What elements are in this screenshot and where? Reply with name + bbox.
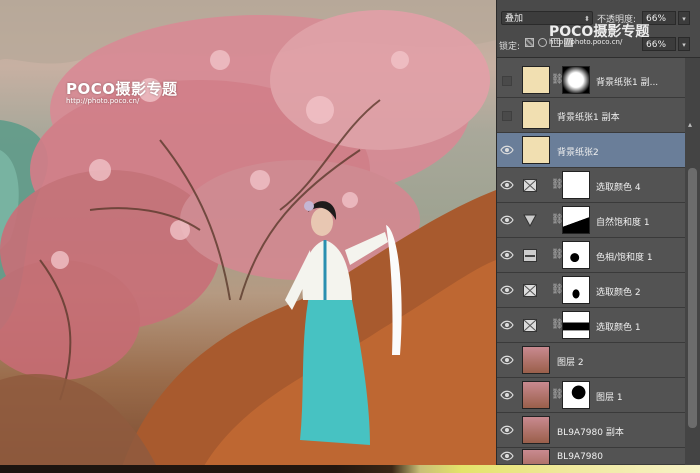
eye-icon[interactable] [499,212,515,228]
layer-name: 背景纸张1 副本 [557,113,620,123]
layer-thumbnail [522,66,550,94]
eye-icon[interactable] [499,177,515,193]
layer-thumbnail [522,101,550,129]
fill-field[interactable]: 66% [642,37,676,51]
eye-icon[interactable] [499,422,515,438]
eye-icon[interactable] [499,247,515,263]
layer-thumbnail [522,381,550,409]
panel-watermark: POCO摄影专题 http://photo.poco.cn/ [549,25,649,46]
fill-dropdown-button[interactable]: ▾ [678,37,690,51]
scroll-up-icon[interactable]: ▴ [688,120,692,129]
photo-illustration [0,0,496,473]
layer-row[interactable]: ⛓ 选取颜色 4 [497,168,685,203]
selective-color-adjustment-icon [523,179,537,192]
layer-mask-thumbnail[interactable] [562,241,590,269]
color-strip [0,465,700,473]
scrollbar-thumb[interactable] [688,168,697,428]
eye-icon[interactable] [499,448,515,464]
layer-row[interactable]: ⛓ 色相/饱和度 1 [497,238,685,273]
layer-name: 背景纸张1 副... [596,78,659,88]
layer-name: 选取颜色 2 [596,288,641,298]
opacity-field[interactable]: 66% [642,11,676,25]
photo-watermark-logo: POCO摄影专题 [66,80,178,98]
eye-icon[interactable] [499,282,515,298]
layers-panel-header: 叠加 ⬍ 不透明度: 66% ▾ 锁定: POCO摄影专题 http://pho… [497,0,700,58]
layer-row[interactable]: BL9A7980 [497,448,685,465]
layer-name: 背景纸张2 [557,148,599,158]
photo-watermark: POCO摄影专题 http://photo.poco.cn/ [66,82,178,105]
blend-mode-select[interactable]: 叠加 ⬍ [501,11,593,25]
layers-panel: 叠加 ⬍ 不透明度: 66% ▾ 锁定: POCO摄影专题 http://pho… [496,0,700,473]
photo-canvas[interactable]: POCO摄影专题 http://photo.poco.cn/ [0,0,496,473]
layer-mask-thumbnail[interactable] [562,311,590,339]
layer-name: BL9A7980 副本 [557,428,624,438]
layer-row[interactable]: 背景纸张1 副本 [497,98,685,133]
layer-name: 图层 1 [596,393,623,403]
layer-row[interactable]: BL9A7980 副本 [497,413,685,448]
layer-mask-thumbnail[interactable] [562,381,590,409]
selective-color-adjustment-icon [523,284,537,297]
photo-watermark-url: http://photo.poco.cn/ [66,97,140,105]
layers-scrollbar[interactable]: ▴ [685,58,700,473]
layer-row[interactable]: 图层 2 [497,343,685,378]
visibility-toggle-off[interactable] [502,111,512,121]
layer-name: 色相/饱和度 1 [596,253,653,263]
hue-saturation-adjustment-icon [523,249,537,262]
lock-transparency-icon[interactable] [525,38,534,47]
layer-thumbnail [522,416,550,444]
vibrance-adjustment-icon [523,214,537,227]
selective-color-adjustment-icon [523,319,537,332]
panel-watermark-url: http://photo.poco.cn/ [549,38,623,46]
layer-row[interactable]: ⛓ 选取颜色 2 [497,273,685,308]
layer-name: 选取颜色 4 [596,183,641,193]
layer-row[interactable]: ⛓ 背景纸张1 副... [497,63,685,98]
layer-name: BL9A7980 [557,452,603,462]
layer-row[interactable]: ⛓ 图层 1 [497,378,685,413]
layer-row[interactable]: ⛓ 自然饱和度 1 [497,203,685,238]
blend-mode-value: 叠加 [505,14,524,24]
visibility-toggle-off[interactable] [502,76,512,86]
opacity-dropdown-button[interactable]: ▾ [678,11,690,25]
layer-thumbnail [522,136,550,164]
eye-icon[interactable] [499,387,515,403]
eye-icon[interactable] [499,142,515,158]
opacity-value: 66% [646,14,667,24]
layer-mask-thumbnail[interactable] [562,66,590,94]
lock-pixels-icon[interactable] [538,38,547,47]
layer-name: 自然饱和度 1 [596,218,650,228]
eye-icon[interactable] [499,317,515,333]
layer-name: 选取颜色 1 [596,323,641,333]
eye-icon[interactable] [499,352,515,368]
fill-value: 66% [646,40,667,50]
layer-row[interactable]: ⛓ 选取颜色 1 [497,308,685,343]
layer-mask-thumbnail[interactable] [562,171,590,199]
layer-thumbnail [522,346,550,374]
layer-thumbnail [522,449,550,464]
layer-mask-thumbnail[interactable] [562,276,590,304]
lock-label: 锁定: [499,42,521,52]
layer-name: 图层 2 [557,358,584,368]
layer-row-selected[interactable]: 背景纸张2 [497,133,685,168]
layer-mask-thumbnail[interactable] [562,206,590,234]
